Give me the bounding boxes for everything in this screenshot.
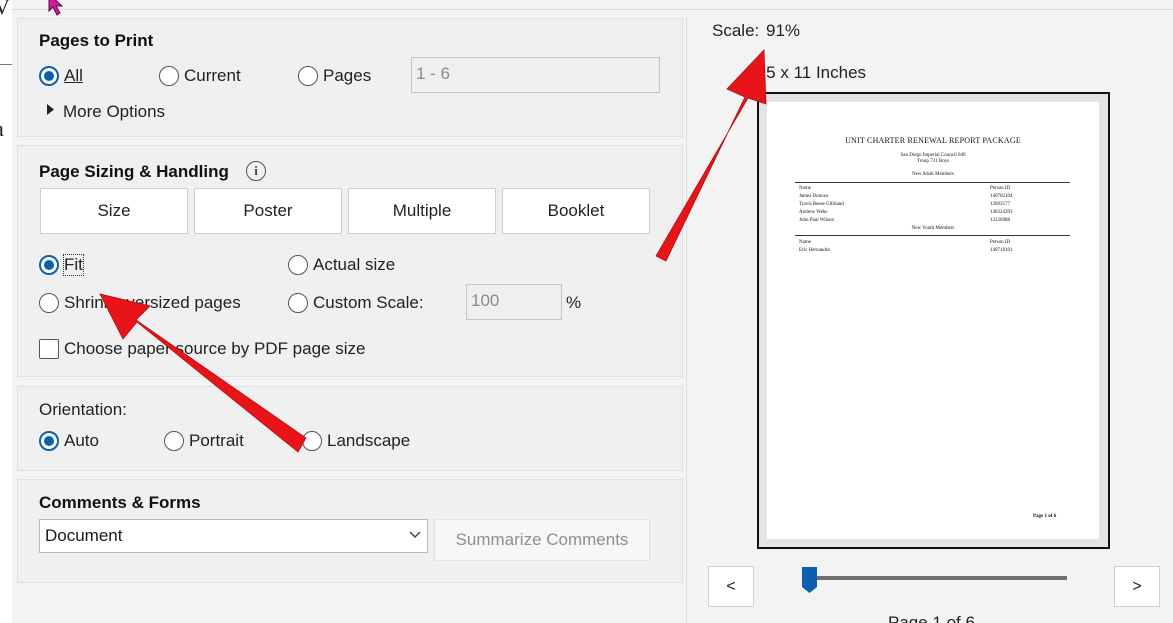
doc-rule	[795, 235, 1070, 236]
next-page-button[interactable]: >	[1114, 566, 1160, 607]
info-icon[interactable]: i	[246, 161, 266, 181]
radio-pages-label[interactable]: Pages	[323, 66, 371, 86]
summarize-comments-button[interactable]: Summarize Comments	[434, 519, 650, 561]
doc-col-id: Person ID	[990, 240, 1011, 245]
percent-symbol: %	[566, 293, 582, 312]
scale-label: Scale:	[712, 21, 760, 40]
tab-size[interactable]: Size	[40, 188, 188, 234]
radio-fit-label[interactable]: Fit	[63, 254, 84, 276]
preview-page: UNIT CHARTER RENEWAL REPORT PACKAGE San …	[767, 102, 1099, 539]
tab-multiple[interactable]: Multiple	[348, 188, 496, 234]
tab-poster[interactable]: Poster	[194, 188, 342, 234]
comments-forms-heading: Comments & Forms	[39, 493, 201, 512]
chevron-down-icon[interactable]	[409, 531, 421, 539]
radio-custom-scale-label[interactable]: Custom Scale:	[313, 293, 424, 313]
background-glyph-mid: a	[0, 116, 4, 142]
doc-row-id: 12226988	[990, 218, 1010, 223]
paper-size-label: 8.5 x 11 Inches	[752, 63, 867, 82]
radio-fit[interactable]	[39, 255, 59, 275]
doc-row-name: John Paul Wilson	[799, 218, 834, 223]
dialog-top-divider	[12, 9, 1173, 10]
background-document	[0, 0, 12, 623]
orientation-panel	[17, 386, 683, 471]
radio-current[interactable]	[159, 66, 179, 86]
custom-scale-input[interactable]: 100	[466, 284, 562, 320]
page-slider-thumb[interactable]	[801, 566, 818, 594]
background-rule	[0, 64, 12, 65]
radio-custom-scale[interactable]	[288, 293, 308, 313]
mouse-cursor-icon	[48, 0, 64, 16]
radio-auto[interactable]	[39, 431, 59, 451]
page-indicator: Page 1 of 6	[888, 613, 975, 623]
radio-landscape-label[interactable]: Landscape	[327, 431, 410, 451]
radio-landscape[interactable]	[302, 431, 322, 451]
radio-portrait[interactable]	[164, 431, 184, 451]
pages-to-print-heading: Pages to Print	[39, 31, 154, 50]
doc-section-youth: New Youth Members	[911, 226, 955, 231]
radio-all[interactable]	[39, 66, 59, 86]
preview-divider	[686, 18, 687, 623]
radio-all-label[interactable]: All	[64, 66, 83, 86]
comments-forms-select-value: Document	[45, 526, 123, 545]
doc-row-name: James Duncan	[799, 194, 829, 199]
expand-triangle-icon[interactable]	[46, 104, 55, 115]
doc-col-name: Name	[799, 186, 811, 191]
radio-actual-size-label[interactable]: Actual size	[313, 255, 395, 275]
doc-col-id: Person ID	[990, 186, 1011, 191]
page-sizing-heading: Page Sizing & Handling	[39, 162, 229, 181]
doc-row-id: 140702104	[990, 194, 1013, 199]
doc-title: UNIT CHARTER RENEWAL REPORT PACKAGE	[845, 136, 1021, 145]
doc-row-id: 140718101	[990, 248, 1013, 253]
radio-auto-label[interactable]: Auto	[64, 431, 99, 451]
paper-source-checkbox[interactable]	[39, 339, 59, 359]
page-slider-track[interactable]	[816, 576, 1067, 580]
doc-row-id: 12893577	[990, 202, 1010, 207]
radio-pages[interactable]	[298, 66, 318, 86]
more-options-link[interactable]: More Options	[63, 102, 165, 122]
page-range-input[interactable]: 1 - 6	[411, 57, 660, 93]
radio-current-label[interactable]: Current	[184, 66, 241, 86]
doc-council: San Diego Imperial Council 049	[900, 153, 966, 158]
comments-forms-select[interactable]: Document	[39, 519, 428, 553]
previous-page-button[interactable]: <	[708, 566, 754, 607]
doc-troop: Troop 731 Boys	[916, 159, 950, 164]
orientation-heading: Orientation:	[39, 400, 127, 419]
tab-booklet[interactable]: Booklet	[502, 188, 650, 234]
doc-row-name: Travis Reese Gilliland	[799, 202, 844, 207]
background-glyph-top: V	[0, 0, 10, 19]
radio-actual-size[interactable]	[288, 255, 308, 275]
paper-source-label[interactable]: Choose paper source by PDF page size	[64, 339, 365, 359]
doc-row-name: Eric Hernandez	[799, 248, 831, 253]
scale-value: 91%	[766, 21, 801, 40]
doc-col-name: Name	[799, 240, 811, 245]
radio-shrink-oversized[interactable]	[39, 293, 59, 313]
radio-shrink-oversized-label[interactable]: Shrink oversized pages	[64, 293, 241, 313]
doc-footer: Page 1 of 6	[1033, 514, 1057, 519]
doc-section-adult: New Adult Members	[912, 172, 954, 177]
doc-row-id: 140324393	[990, 210, 1013, 215]
radio-portrait-label[interactable]: Portrait	[189, 431, 244, 451]
doc-rule	[795, 182, 1070, 183]
doc-row-name: Andrew Wehe	[799, 210, 828, 215]
